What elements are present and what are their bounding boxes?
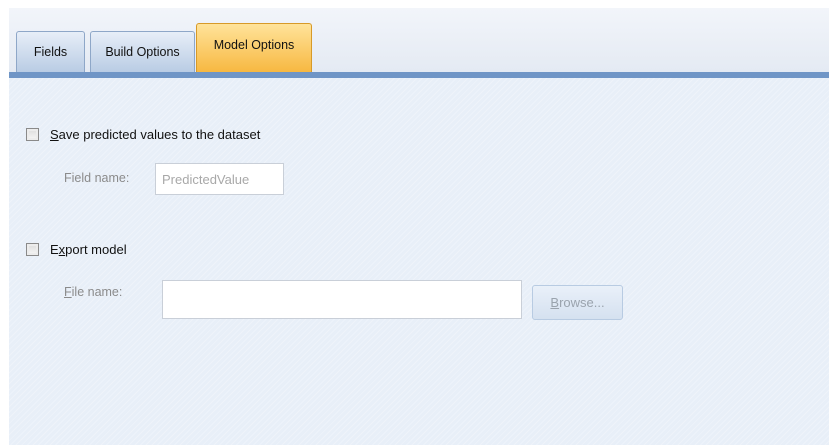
save-predicted-label: Save predicted values to the dataset [50,127,260,142]
browse-button[interactable]: Browse... [532,285,623,320]
tab-build-options[interactable]: Build Options [90,31,195,72]
file-name-accel: F [64,285,72,299]
tab-build-options-label: Build Options [105,45,180,59]
file-name-input[interactable] [162,280,522,319]
browse-label-text: rowse... [559,295,605,310]
export-model-label: Export model [50,242,127,257]
tab-model-options[interactable]: Model Options [196,23,312,72]
save-predicted-checkbox-row[interactable]: Save predicted values to the dataset [26,127,260,142]
tab-bar: Fields Build Options Model Options [9,8,829,72]
model-options-panel: Save predicted values to the dataset Fie… [9,78,829,445]
export-model-label-text: port model [65,242,127,257]
tab-model-options-label: Model Options [213,38,295,52]
tab-fields[interactable]: Fields [16,31,85,72]
save-predicted-accel: S [50,127,59,142]
file-name-label: File name: [64,285,122,299]
save-predicted-checkbox[interactable] [26,128,39,141]
export-model-checkbox-row[interactable]: Export model [26,242,127,257]
export-model-label-pre: E [50,242,59,257]
file-name-label-text: ile name: [71,285,123,299]
field-name-input[interactable]: PredictedValue [155,163,284,195]
browse-button-label: Browse... [550,295,604,310]
model-options-dialog: Fields Build Options Model Options Save … [9,8,829,445]
save-predicted-label-text: ave predicted values to the dataset [58,127,261,142]
export-model-checkbox[interactable] [26,243,39,256]
field-name-value: PredictedValue [162,171,250,187]
tab-fields-label: Fields [33,45,68,59]
field-name-label: Field name: [64,171,130,185]
browse-accel: B [550,295,560,310]
